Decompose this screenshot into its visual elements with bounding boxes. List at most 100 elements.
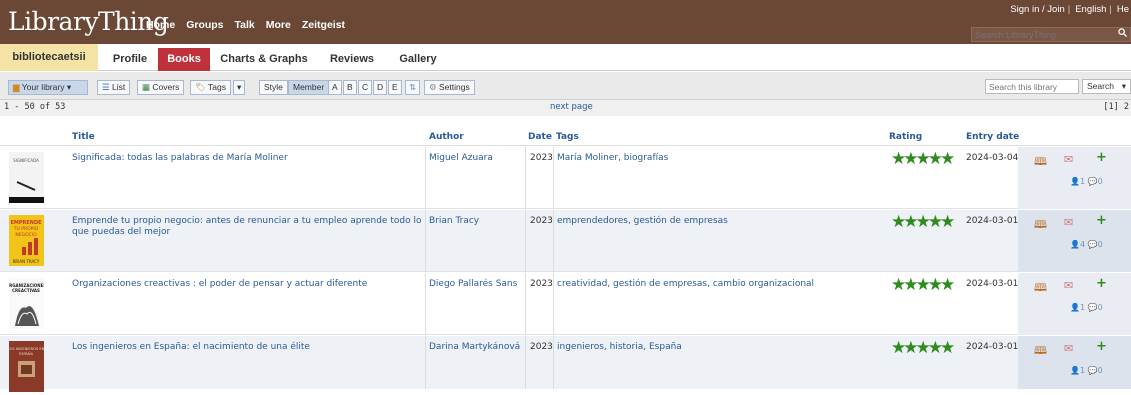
site-logo[interactable]: LibraryThing bbox=[8, 7, 169, 36]
nav-zeitgeist[interactable]: Zeitgeist bbox=[302, 19, 345, 31]
search-icon[interactable] bbox=[1118, 28, 1128, 40]
style-a-button[interactable]: A bbox=[328, 80, 342, 95]
site-header: LibraryThing Home Groups Talk More Zeitg… bbox=[0, 0, 1131, 44]
tab-charts-graphs[interactable]: Charts & Graphs bbox=[214, 48, 314, 71]
tags-dropdown-button[interactable]: ▾ bbox=[233, 80, 246, 95]
member-style-button[interactable]: Member bbox=[288, 80, 330, 95]
column-date[interactable]: Date bbox=[528, 132, 552, 142]
book-date: 2023 bbox=[530, 279, 553, 289]
site-search-input[interactable] bbox=[972, 28, 1112, 41]
member-label: Member bbox=[293, 82, 325, 92]
divider bbox=[425, 147, 426, 209]
tab-gallery[interactable]: Gallery bbox=[391, 48, 445, 71]
help-link[interactable]: He bbox=[1117, 4, 1129, 15]
nav-more[interactable]: More bbox=[266, 19, 291, 31]
book-icon[interactable]: 🕮 bbox=[1034, 153, 1047, 172]
comment-count: 0 bbox=[1097, 303, 1103, 312]
covers-label: Covers bbox=[152, 82, 180, 92]
comment-count: 0 bbox=[1097, 366, 1103, 375]
comment-icon: 💬 bbox=[1087, 177, 1098, 186]
book-title-link[interactable]: Emprende tu propio negocio: antes de ren… bbox=[72, 216, 422, 238]
member-icon: 👤 bbox=[1070, 303, 1080, 312]
book-author-link[interactable]: Miguel Azuara bbox=[429, 153, 493, 164]
nav-talk[interactable]: Talk bbox=[235, 19, 255, 31]
column-tags[interactable]: Tags bbox=[556, 132, 579, 142]
table-row: SIGNIFICADA Significada: todas las palab… bbox=[0, 147, 1131, 209]
library-search-input[interactable] bbox=[985, 79, 1079, 94]
review-icon[interactable]: ✉ bbox=[1064, 279, 1073, 292]
page-links[interactable]: [1] 2 bbox=[1103, 102, 1129, 112]
style-e-button[interactable]: E bbox=[388, 80, 402, 95]
rating-stars[interactable]: ★★★★★ bbox=[891, 151, 955, 168]
divider bbox=[553, 147, 554, 209]
tab-reviews[interactable]: Reviews bbox=[322, 48, 382, 71]
tab-books[interactable]: Books bbox=[158, 48, 210, 71]
book-title-link[interactable]: Organizaciones creactivas : el poder de … bbox=[72, 279, 422, 290]
nav-home[interactable]: Home bbox=[146, 19, 175, 31]
add-icon[interactable]: + bbox=[1096, 339, 1107, 354]
book-title-link[interactable]: Significada: todas las palabras de María… bbox=[72, 153, 422, 164]
column-title[interactable]: Title bbox=[72, 132, 95, 142]
review-icon[interactable]: ✉ bbox=[1064, 342, 1073, 355]
book-icon[interactable]: 🕮 bbox=[1034, 216, 1047, 235]
sort-icon[interactable]: ⇅ bbox=[405, 80, 421, 95]
book-author-link[interactable]: Brian Tracy bbox=[429, 216, 479, 227]
book-cover[interactable]: SIGNIFICADA bbox=[9, 152, 44, 203]
style-button[interactable]: Style bbox=[259, 80, 288, 95]
add-icon[interactable]: + bbox=[1096, 276, 1107, 291]
tab-user[interactable]: bibliotecaetsii bbox=[0, 44, 98, 71]
list-view-button[interactable]: ☰ List bbox=[97, 80, 131, 95]
book-cover[interactable]: LOS INGENIEROS EN ESPAÑA bbox=[8, 341, 45, 392]
book-icon[interactable]: 🕮 bbox=[1034, 279, 1047, 298]
book-cover[interactable]: EMPRENDE TU PROPIO NEGOCIO BRIAN TRACY bbox=[9, 215, 44, 266]
book-author-link[interactable]: Darina Martykánová bbox=[429, 342, 520, 353]
rating-stars[interactable]: ★★★★★ bbox=[891, 340, 955, 357]
book-author-link[interactable]: Diego Pallarés Sans bbox=[429, 279, 517, 290]
list-icon: ☰ bbox=[102, 82, 110, 92]
review-icon[interactable]: ✉ bbox=[1064, 153, 1073, 166]
member-stats: 👤1 💬0 bbox=[1070, 303, 1103, 312]
tab-profile[interactable]: Profile bbox=[104, 48, 156, 71]
style-c-button[interactable]: C bbox=[358, 80, 373, 95]
book-cover[interactable]: ORGANIZACIONESCREACTIVAS bbox=[6, 278, 46, 329]
book-icon[interactable]: 🕮 bbox=[1034, 342, 1047, 361]
language-link[interactable]: English bbox=[1075, 4, 1106, 15]
review-icon[interactable]: ✉ bbox=[1064, 216, 1073, 229]
svg-text:TU PROPIO: TU PROPIO bbox=[13, 226, 39, 232]
tags-button[interactable]: 🏷 Tags bbox=[190, 80, 231, 95]
next-page-link[interactable]: next page bbox=[550, 102, 593, 112]
column-entry-date[interactable]: Entry date bbox=[966, 132, 1019, 142]
your-library-label: Your library bbox=[21, 82, 65, 92]
settings-label: Settings bbox=[439, 82, 470, 92]
signin-link[interactable]: Sign in / Join bbox=[1010, 4, 1064, 15]
divider: | bbox=[1109, 4, 1112, 15]
settings-button[interactable]: ⚙ Settings bbox=[424, 80, 475, 95]
book-date: 2023 bbox=[530, 342, 553, 352]
your-library-button[interactable]: ▆ Your library ▾ bbox=[8, 80, 88, 95]
add-icon[interactable]: + bbox=[1096, 213, 1107, 228]
book-tags[interactable]: ingenieros, historia, España bbox=[557, 342, 882, 353]
style-d-button[interactable]: D bbox=[373, 80, 388, 95]
member-count: 1 bbox=[1079, 177, 1086, 186]
chevron-down-icon: ▾ bbox=[1121, 81, 1126, 91]
covers-icon: ▦ bbox=[142, 82, 151, 92]
rating-stars[interactable]: ★★★★★ bbox=[891, 277, 955, 294]
book-tags[interactable]: emprendedores, gestión de empresas bbox=[557, 216, 882, 227]
column-author[interactable]: Author bbox=[429, 132, 464, 142]
library-search-button[interactable]: Search ▾ bbox=[1082, 79, 1131, 94]
svg-text:BRIAN TRACY: BRIAN TRACY bbox=[13, 259, 40, 264]
style-b-button[interactable]: B bbox=[343, 80, 357, 95]
svg-text:EMPRENDE: EMPRENDE bbox=[10, 220, 42, 226]
book-tags[interactable]: María Moliner, biografías bbox=[557, 153, 882, 164]
add-icon[interactable]: + bbox=[1096, 150, 1107, 165]
rating-stars[interactable]: ★★★★★ bbox=[891, 214, 955, 231]
list-label: List bbox=[112, 82, 126, 92]
svg-text:CREACTIVAS: CREACTIVAS bbox=[12, 288, 40, 293]
column-rating[interactable]: Rating bbox=[889, 132, 922, 142]
book-tags[interactable]: creatividad, gestión de empresas, cambio… bbox=[557, 279, 882, 290]
covers-view-button[interactable]: ▦ Covers bbox=[137, 80, 185, 95]
nav-groups[interactable]: Groups bbox=[186, 19, 223, 31]
pagination-bar: 1 - 50 of 53 next page [1] 2 bbox=[0, 100, 1131, 116]
book-title-link[interactable]: Los ingenieros en España: el nacimiento … bbox=[72, 342, 422, 353]
library-toolbar: ▆ Your library ▾ ☰ List ▦ Covers 🏷 Tags … bbox=[0, 72, 1131, 100]
